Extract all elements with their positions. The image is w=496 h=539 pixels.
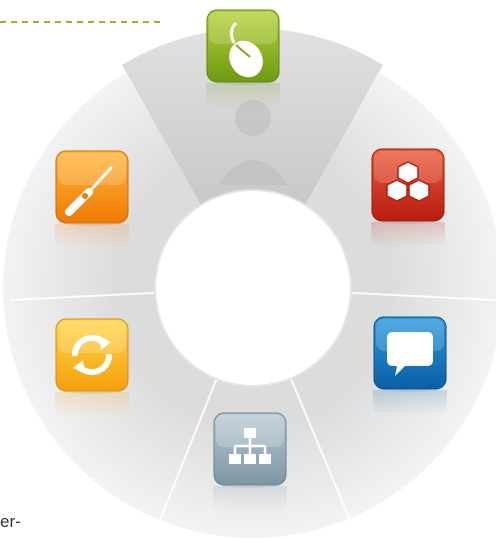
partial-caption-text: er- [0, 512, 21, 531]
chat-tile[interactable] [373, 316, 447, 416]
modules-tile[interactable] [371, 148, 445, 248]
modules-tile-face [371, 148, 445, 222]
network-tile[interactable] [213, 412, 287, 512]
network-tile-face [213, 412, 287, 486]
mouse-tile[interactable] [206, 9, 280, 109]
sync-tile[interactable] [55, 318, 129, 418]
chat-tile-face [373, 316, 447, 390]
tools-tile[interactable] [55, 150, 129, 250]
sync-tile-face [55, 318, 129, 392]
service-wheel-graphic: er- [0, 0, 496, 539]
mouse-tile-face [206, 9, 280, 83]
tools-tile-face [55, 150, 129, 224]
